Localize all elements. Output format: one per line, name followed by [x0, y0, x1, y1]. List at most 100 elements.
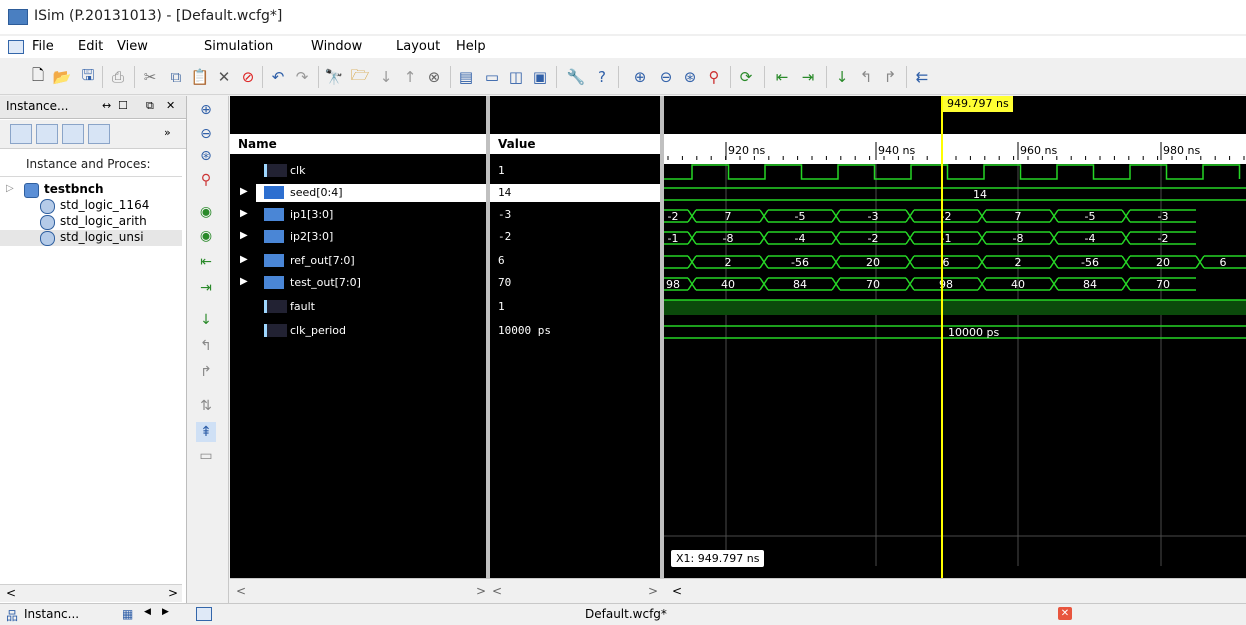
float-panel-icon[interactable]: ↔ — [102, 99, 111, 112]
tree-item-std-logic-unsigned[interactable]: std_logic_unsi — [0, 230, 182, 246]
clear-icon[interactable]: ⊗ — [424, 67, 444, 87]
go-to-start-icon[interactable]: ⇇ — [912, 67, 932, 87]
zoom-fit-icon[interactable]: ⊛ — [680, 67, 700, 87]
step-back-icon[interactable]: ↰ — [856, 67, 876, 87]
next-transition-icon[interactable]: ⇥ — [196, 278, 216, 298]
expand-arrow-icon[interactable]: ▶ — [240, 230, 248, 241]
tile-horizontal-icon[interactable]: ▭ — [482, 67, 502, 87]
objects-tab-icon[interactable]: ▦ — [122, 607, 133, 621]
tree-item-std-logic-1164[interactable]: std_logic_1164 — [0, 198, 182, 214]
zoom-fit-icon[interactable]: ⊛ — [196, 146, 216, 166]
show-hierarchy-icon[interactable] — [88, 124, 110, 144]
tab-scroll-right-icon[interactable]: ▶ — [162, 607, 169, 617]
close-panel-icon[interactable]: ✕ — [166, 99, 175, 112]
tree-item-testbnch[interactable]: ▷ testbnch — [0, 182, 182, 198]
find-next-icon[interactable]: ↓ — [376, 67, 396, 87]
add-marker-icon[interactable]: ↓ — [196, 310, 216, 330]
cursor-time-label[interactable]: 949.797 ns — [943, 96, 1013, 112]
go-to-last-time-icon[interactable]: ◉ — [196, 226, 216, 246]
overflow-chevron-icon[interactable]: » — [164, 126, 171, 139]
signal-row-ip1[interactable]: ▶ ip1[3:0] — [230, 206, 486, 224]
snap-to-transition-icon[interactable]: ⇞ — [196, 422, 216, 442]
zoom-in-icon[interactable]: ⊕ — [630, 67, 650, 87]
redo-icon[interactable]: ↷ — [292, 67, 312, 87]
tab-default-wcfg[interactable]: Default.wcfg* — [585, 607, 667, 621]
name-scroll-left-icon[interactable]: < — [236, 584, 246, 598]
name-scroll-right-icon[interactable]: > — [476, 584, 486, 598]
previous-transition-icon[interactable]: ⇤ — [196, 252, 216, 272]
expand-arrow-icon[interactable]: ▶ — [240, 186, 248, 197]
tab-instances[interactable]: Instanc... — [24, 607, 79, 621]
scroll-left-icon[interactable]: < — [6, 586, 16, 600]
signal-row-seed[interactable]: ▶ seed[0:4] — [240, 184, 486, 202]
refresh-icon[interactable]: ⟳ — [736, 67, 756, 87]
properties-icon[interactable]: 🔧 — [566, 67, 586, 87]
scroll-right-icon[interactable]: > — [168, 586, 178, 600]
floating-ruler-icon[interactable]: ▭ — [196, 446, 216, 466]
step-icon[interactable]: ↓ — [832, 67, 852, 87]
print-icon[interactable]: ⎙ — [108, 67, 128, 87]
value-scroll-right-icon[interactable]: > — [648, 584, 658, 598]
cascade-icon[interactable]: ▤ — [456, 67, 476, 87]
signal-row-test-out[interactable]: ▶ test_out[7:0] — [230, 274, 486, 292]
menu-window[interactable]: Window — [311, 39, 362, 54]
help-pointer-icon[interactable]: ? — [592, 67, 612, 87]
tile-vertical-icon[interactable]: ◫ — [506, 67, 526, 87]
menu-file[interactable]: File — [32, 39, 54, 54]
open-folder-icon[interactable]: 📂 — [52, 67, 72, 87]
restart-icon[interactable]: ⇤ — [772, 67, 792, 87]
zoom-in-icon[interactable]: ⊕ — [196, 100, 216, 120]
signal-row-ip2[interactable]: ▶ ip2[3:0] — [230, 228, 486, 246]
save-icon[interactable]: 🖫 — [78, 66, 98, 87]
zoom-to-cursor-icon[interactable]: ⚲ — [196, 170, 216, 190]
zoom-out-icon[interactable]: ⊖ — [656, 67, 676, 87]
maximize-panel-icon[interactable]: ☐ — [118, 99, 128, 112]
next-marker-icon[interactable]: ↱ — [196, 362, 216, 382]
zoom-cursor-icon[interactable]: ⚲ — [704, 67, 724, 87]
show-instances-icon[interactable] — [10, 124, 32, 144]
menu-layout[interactable]: Layout — [396, 39, 440, 54]
zoom-out-icon[interactable]: ⊖ — [196, 124, 216, 144]
find-icon[interactable]: 🔭 — [324, 67, 344, 87]
delete-icon[interactable]: ✕ — [214, 67, 234, 87]
value-scroll-left-icon[interactable]: < — [492, 584, 502, 598]
show-signals-icon[interactable] — [62, 124, 84, 144]
menu-simulation[interactable]: Simulation — [204, 39, 273, 54]
step-forward-icon[interactable]: ↱ — [880, 67, 900, 87]
show-processes-icon[interactable] — [36, 124, 58, 144]
waveform-canvas[interactable]: 920 ns 940 ns 960 ns 980 ns 14 -2 7 -5 -3 -2 7 -5 -3… — [664, 96, 1246, 578]
name-column-header[interactable]: Name — [230, 134, 486, 154]
previous-marker-icon[interactable]: ↰ — [196, 336, 216, 356]
restore-panel-icon[interactable]: ⧉ — [146, 99, 154, 113]
copy-icon[interactable]: ⧉ — [166, 67, 186, 87]
wave-scroll-left-icon[interactable]: < — [672, 584, 682, 598]
run-all-icon[interactable]: ⇥ — [798, 67, 818, 87]
signal-row-ref-out[interactable]: ▶ ref_out[7:0] — [230, 252, 486, 270]
waveform-doc-icon[interactable] — [8, 40, 24, 54]
swap-cursors-icon[interactable]: ⇅ — [196, 396, 216, 416]
value-column-header[interactable]: Value — [490, 134, 660, 154]
menu-edit[interactable]: Edit — [78, 39, 103, 54]
tree-item-std-logic-arith[interactable]: std_logic_arith — [0, 214, 182, 230]
find-previous-icon[interactable]: ↑ — [400, 67, 420, 87]
signal-row-clk-period[interactable]: clk_period — [230, 322, 486, 340]
expand-arrow-icon[interactable]: ▶ — [240, 276, 248, 287]
instance-horizontal-scrollbar[interactable]: < > — [0, 584, 182, 602]
find-in-files-icon[interactable]: 🗁 — [350, 66, 370, 87]
cut-icon[interactable]: ✂ — [140, 67, 160, 87]
go-to-time-zero-icon[interactable]: ◉ — [196, 202, 216, 222]
undo-icon[interactable]: ↶ — [268, 67, 288, 87]
expand-arrow-icon[interactable]: ▶ — [240, 254, 248, 265]
expand-arrow-icon[interactable]: ▷ — [6, 183, 14, 194]
restore-window-icon[interactable]: ▣ — [530, 67, 550, 87]
expand-arrow-icon[interactable]: ▶ — [240, 208, 248, 219]
signal-row-clk[interactable]: clk — [230, 162, 486, 180]
stop-icon[interactable]: ⊘ — [238, 67, 258, 87]
menu-view[interactable]: View — [117, 39, 148, 54]
new-file-icon[interactable]: 🗋 — [28, 66, 48, 87]
tab-scroll-left-icon[interactable]: ◀ — [144, 607, 151, 617]
waveform-pane[interactable]: 920 ns 940 ns 960 ns 980 ns 14 -2 7 -5 -3 -2 7 -5 -3… — [664, 96, 1246, 578]
paste-icon[interactable]: 📋 — [190, 67, 210, 87]
close-tab-icon[interactable]: ✕ — [1058, 607, 1072, 620]
signal-row-fault[interactable]: fault — [230, 298, 486, 316]
